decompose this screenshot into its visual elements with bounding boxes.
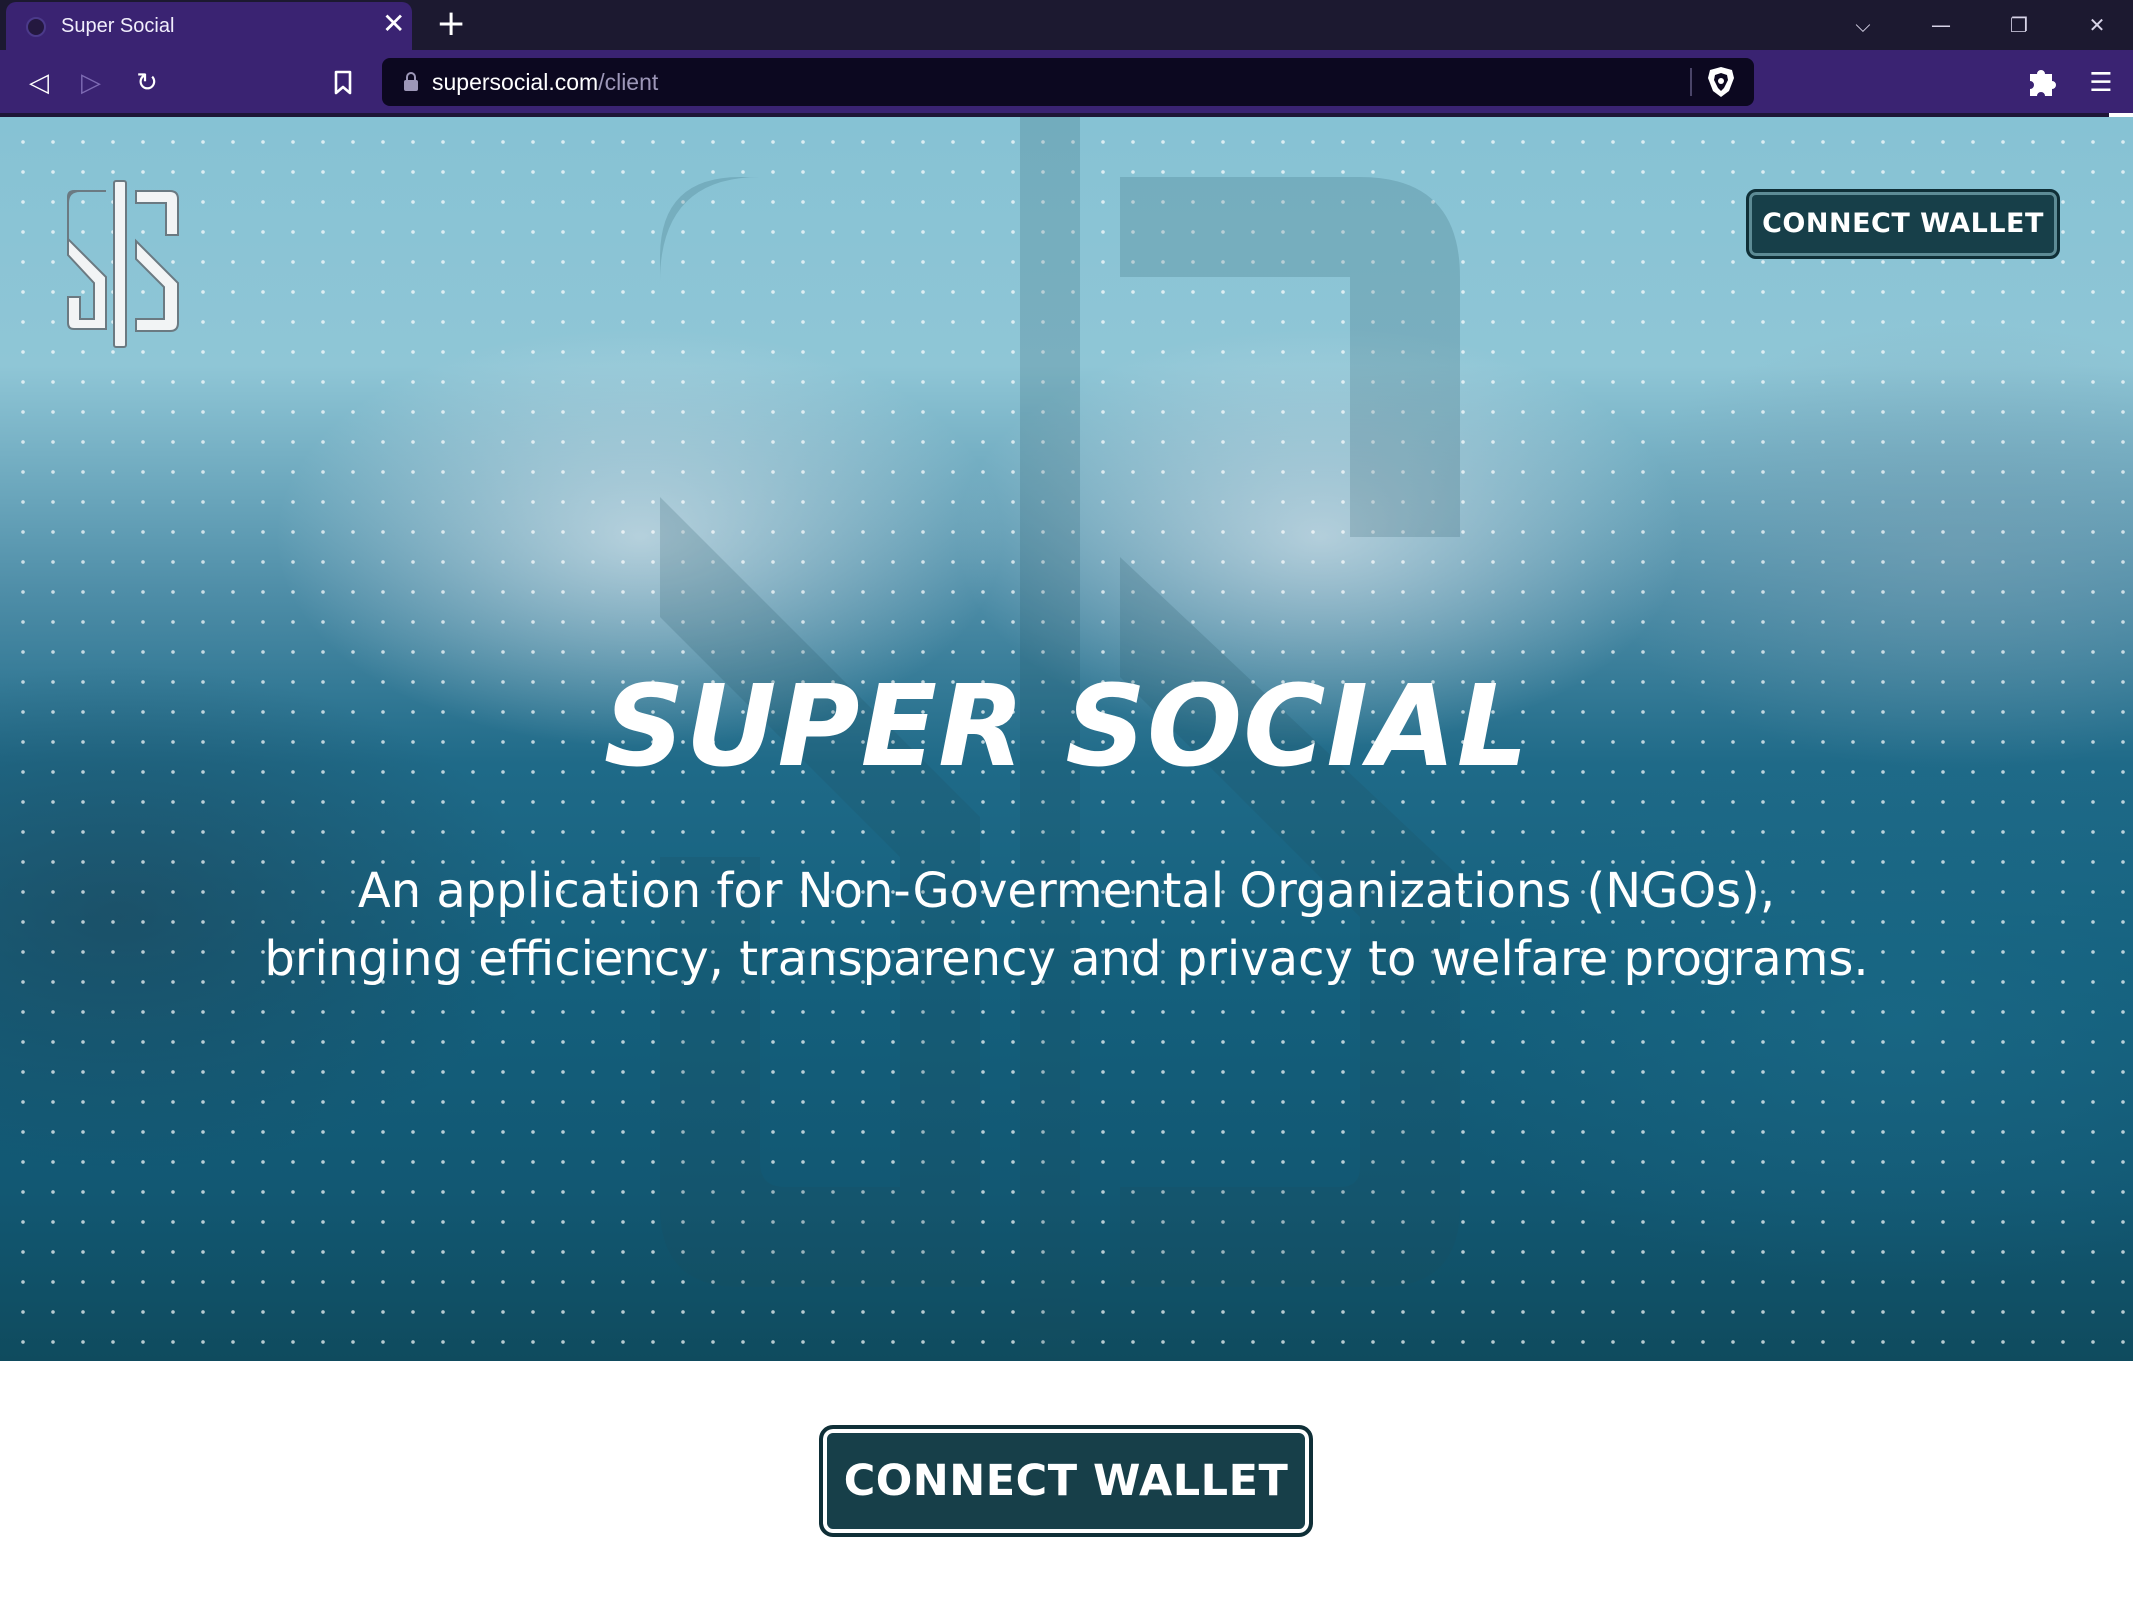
address-bar[interactable]: supersocial.com/client <box>382 58 1754 106</box>
super-social-logo[interactable] <box>64 179 182 349</box>
menu-icon[interactable]: ☰ <box>2080 62 2122 104</box>
window-close-button[interactable]: ✕ <box>2058 0 2133 50</box>
connect-wallet-main-button[interactable]: CONNECT WALLET <box>819 1425 1313 1537</box>
window-restore-button[interactable]: ❐ <box>1980 0 2058 50</box>
reload-icon[interactable]: ↻ <box>126 62 168 104</box>
hero-title: SUPER SOCIAL <box>603 662 1530 792</box>
url-domain: supersocial.com <box>432 69 599 95</box>
hero-subtitle-line-1: An application for Non-Govermental Organ… <box>357 863 1776 919</box>
new-tab-button[interactable]: + <box>436 4 466 44</box>
forward-icon[interactable]: ▷ <box>70 62 112 104</box>
url-text[interactable]: supersocial.com/client <box>432 69 658 96</box>
connect-wallet-header-button[interactable]: CONNECT WALLET <box>1746 189 2060 259</box>
hero-subtitle: An application for Non-Govermental Organ… <box>0 857 2133 993</box>
hero-subtitle-line-2: bringing efficiency, transparency and pr… <box>264 931 1869 987</box>
brave-shields-icon[interactable] <box>1706 66 1736 98</box>
url-path: /client <box>598 69 659 95</box>
browser-tab[interactable]: Super Social ✕ <box>6 2 412 50</box>
lock-icon[interactable] <box>404 72 418 92</box>
back-icon[interactable]: ◁ <box>18 62 60 104</box>
browser-toolbar: ◁ ▷ ↻ supersocial.com/client ☰ <box>0 50 2133 116</box>
bookmark-icon[interactable] <box>322 62 364 104</box>
tab-list-dropdown-icon[interactable]: ⌵ <box>1824 0 1902 50</box>
tab-close-icon[interactable]: ✕ <box>382 10 405 38</box>
browser-tab-strip: Super Social ✕ + ⌵ — ❐ ✕ <box>0 0 2133 50</box>
tab-favicon-icon <box>26 17 46 37</box>
tab-title: Super Social <box>61 15 175 37</box>
url-separator <box>1690 68 1692 96</box>
window-minimize-button[interactable]: — <box>1902 0 1980 50</box>
hero-section: CONNECT WALLET SUPER SOCIAL An applicati… <box>0 117 2133 1361</box>
extensions-icon[interactable] <box>2024 60 2060 104</box>
